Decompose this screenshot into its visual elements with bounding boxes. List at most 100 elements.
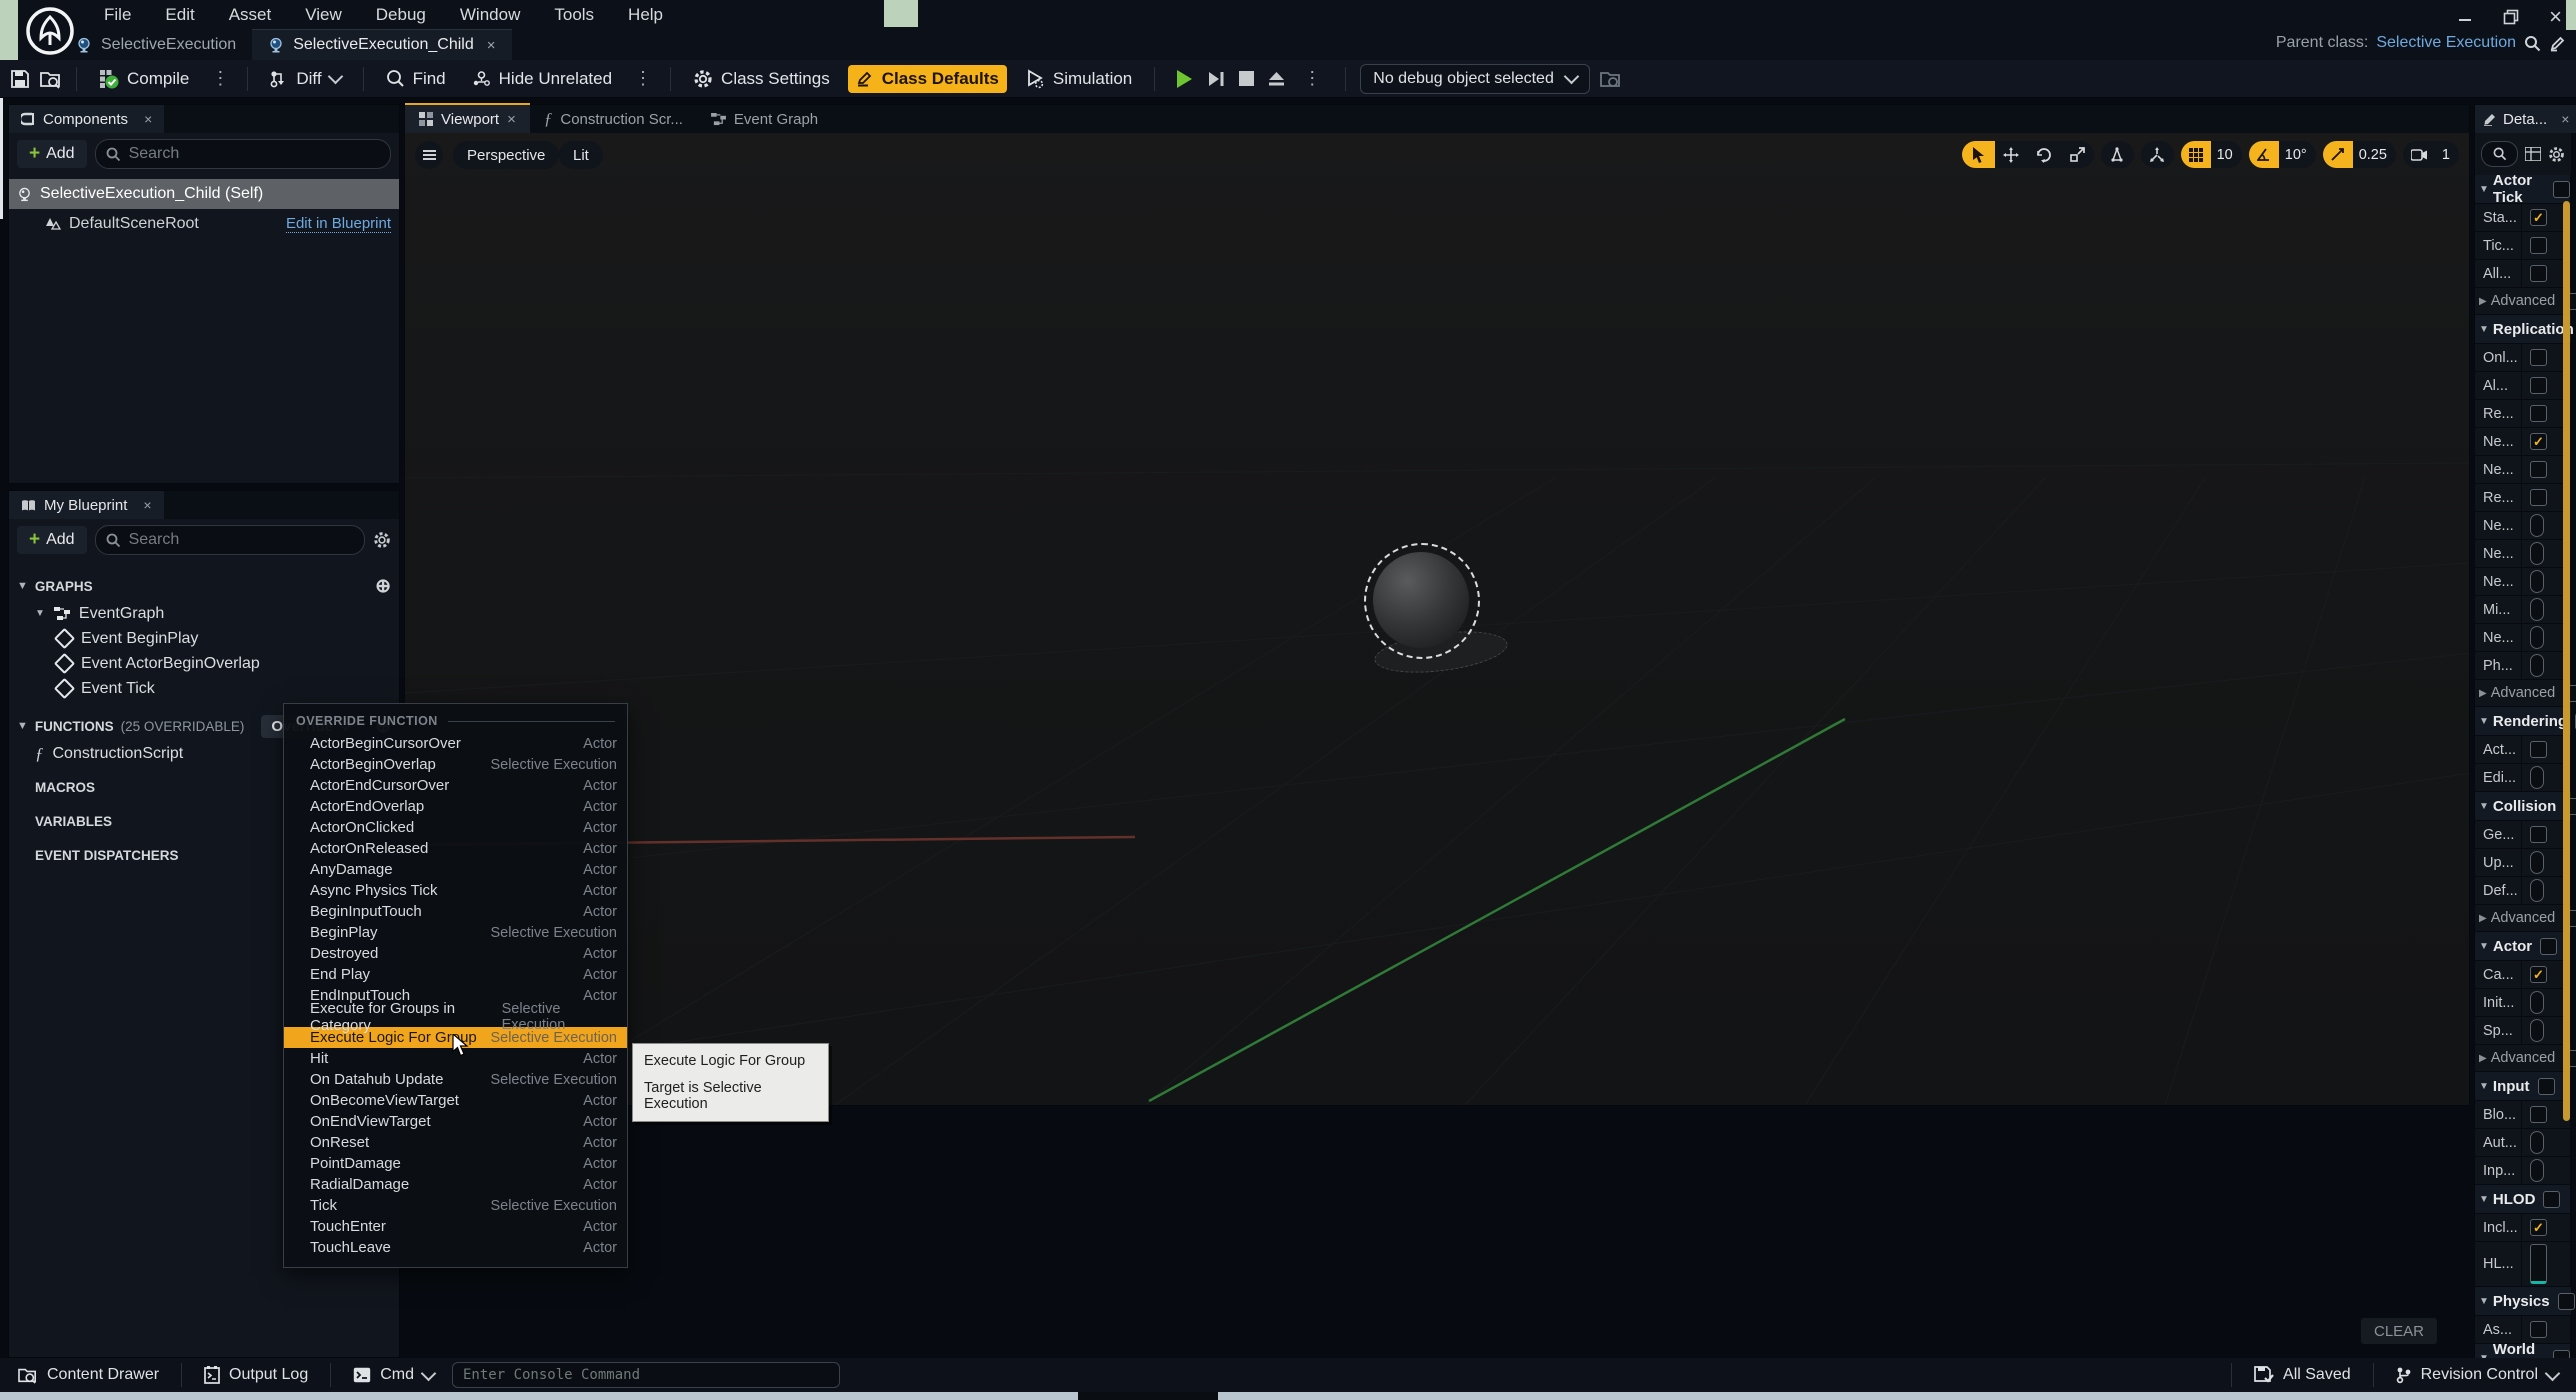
asset-tab-selectiveexecution-child[interactable]: SelectiveExecution_Child × (252, 29, 511, 60)
override-menu-item[interactable]: ActorBeginCursorOver Actor (284, 733, 627, 754)
details-row[interactable]: All... (2475, 260, 2571, 288)
play-options-icon[interactable]: ⋮ (1299, 68, 1325, 89)
restore-icon[interactable] (2503, 9, 2519, 25)
details-row[interactable]: HL... (2475, 1242, 2571, 1287)
rotate-tool-button[interactable] (2028, 141, 2061, 168)
override-menu-item[interactable]: End Play Actor (284, 964, 627, 985)
eject-icon[interactable] (1268, 71, 1285, 87)
perspective-button[interactable]: Perspective (453, 141, 559, 169)
compile-options-icon[interactable]: ⋮ (207, 68, 233, 89)
checkbox[interactable] (2530, 1244, 2547, 1284)
tab-viewport[interactable]: Viewport × (405, 103, 530, 133)
details-row[interactable]: Advanced (2475, 680, 2571, 707)
override-menu-item[interactable]: OnBecomeViewTarget Actor (284, 1090, 627, 1111)
checkbox[interactable] (2530, 514, 2544, 537)
override-menu-item[interactable]: PointDamage Actor (284, 1153, 627, 1174)
property-control[interactable] (2550, 1287, 2576, 1315)
override-menu-item[interactable]: On Datahub Update Selective Execution (284, 1069, 627, 1090)
save-icon[interactable] (10, 69, 30, 89)
checkbox[interactable] (2530, 966, 2547, 983)
tab-event-graph[interactable]: Event Graph (697, 105, 832, 133)
details-tab[interactable]: Deta... × (2475, 105, 2576, 133)
lit-mode-button[interactable]: Lit (559, 141, 603, 169)
property-control[interactable] (2522, 1316, 2571, 1343)
details-row[interactable]: Actor (2475, 932, 2571, 961)
details-row[interactable]: Act... (2475, 736, 2571, 764)
checkbox[interactable] (2538, 1078, 2555, 1095)
menu-window[interactable]: Window (460, 5, 520, 25)
clear-button[interactable]: CLEAR (2361, 1318, 2437, 1344)
add-component-button[interactable]: + Add (17, 140, 87, 168)
details-row[interactable]: Sp... (2475, 1017, 2571, 1045)
property-control[interactable] (2522, 1157, 2571, 1184)
checkbox[interactable] (2530, 542, 2544, 565)
checkbox[interactable] (2530, 598, 2544, 621)
details-row[interactable]: Advanced (2475, 1045, 2571, 1072)
checkbox[interactable] (2530, 741, 2547, 758)
details-row[interactable]: Blo... (2475, 1101, 2571, 1129)
console-command-input[interactable] (452, 1362, 840, 1388)
property-control[interactable] (2535, 1185, 2571, 1213)
output-log-button[interactable]: Output Log (196, 1366, 316, 1384)
event-row[interactable]: Event ActorBeginOverlap (9, 651, 399, 676)
details-row[interactable]: Advanced (2475, 288, 2571, 315)
details-row[interactable]: Actor Tick (2475, 175, 2571, 204)
checkbox[interactable] (2530, 265, 2547, 282)
edit-in-blueprint-link[interactable]: Edit in Blueprint (286, 215, 391, 233)
details-row[interactable]: Al... (2475, 372, 2571, 400)
component-row-defaultsceneroot[interactable]: DefaultSceneRoot Edit in Blueprint (9, 209, 399, 239)
checkbox[interactable] (2530, 991, 2544, 1014)
components-search-input[interactable]: Search (95, 139, 391, 169)
details-row[interactable]: Re... (2475, 400, 2571, 428)
menu-asset[interactable]: Asset (229, 5, 272, 25)
event-row[interactable]: Event Tick (9, 676, 399, 701)
select-tool-button[interactable] (1962, 141, 1995, 168)
menu-help[interactable]: Help (628, 5, 663, 25)
override-menu-item[interactable]: Async Physics Tick Actor (284, 880, 627, 901)
checkbox[interactable] (2530, 1131, 2544, 1154)
move-tool-button[interactable] (1995, 141, 2028, 168)
checkbox[interactable] (2530, 654, 2544, 677)
override-menu-item[interactable]: OnReset Actor (284, 1132, 627, 1153)
menu-view[interactable]: View (305, 5, 342, 25)
my-blueprint-tab[interactable]: My Blueprint × (9, 491, 164, 519)
checkbox[interactable] (2530, 1019, 2544, 1042)
my-blueprint-search-input[interactable]: Search (95, 525, 365, 555)
viewport-options-button[interactable] (415, 141, 443, 169)
details-row[interactable]: Rendering (2475, 707, 2571, 736)
hide-unrelated-options-icon[interactable]: ⋮ (630, 68, 656, 89)
checkbox[interactable] (2530, 1106, 2547, 1123)
checkbox[interactable] (2530, 851, 2544, 874)
coordinate-system-button[interactable] (2101, 141, 2134, 168)
scale-tool-button[interactable] (2061, 141, 2094, 168)
override-menu-item[interactable]: Tick Selective Execution (284, 1195, 627, 1216)
checkbox[interactable] (2558, 1293, 2575, 1310)
details-row[interactable]: Collision (2475, 792, 2571, 821)
close-icon[interactable]: × (2549, 4, 2562, 30)
hide-unrelated-button[interactable]: Hide Unrelated (464, 65, 620, 93)
checkbox[interactable] (2530, 826, 2547, 843)
details-row[interactable]: Re... (2475, 484, 2571, 512)
details-row[interactable]: Def... (2475, 877, 2571, 905)
frame-skip-icon[interactable] (1207, 70, 1225, 88)
details-row[interactable]: Ne... (2475, 540, 2571, 568)
property-control[interactable] (2522, 1242, 2571, 1286)
details-search-button[interactable] (2481, 141, 2518, 167)
details-row[interactable]: Up... (2475, 849, 2571, 877)
override-menu-item[interactable]: TouchEnter Actor (284, 1216, 627, 1237)
checkbox[interactable] (2530, 405, 2547, 422)
add-new-button[interactable]: + Add (17, 526, 87, 554)
class-defaults-button[interactable]: Class Defaults (848, 65, 1007, 93)
checkbox[interactable] (2540, 938, 2557, 955)
checkbox[interactable] (2530, 489, 2547, 506)
details-row[interactable]: Advanced (2475, 905, 2571, 932)
details-row[interactable]: Ne... (2475, 428, 2571, 456)
simulation-button[interactable]: Simulation (1017, 65, 1140, 93)
add-graph-icon[interactable]: ⊕ (375, 575, 391, 598)
checkbox[interactable] (2530, 237, 2547, 254)
rotation-snap-control[interactable]: 10° (2249, 141, 2316, 168)
asset-tab-selectiveexecution[interactable]: SelectiveExecution (60, 30, 252, 60)
details-row[interactable]: Ne... (2475, 456, 2571, 484)
event-graph-row[interactable]: ▼ EventGraph (9, 601, 399, 626)
camera-speed-control[interactable]: 1 (2403, 141, 2459, 168)
